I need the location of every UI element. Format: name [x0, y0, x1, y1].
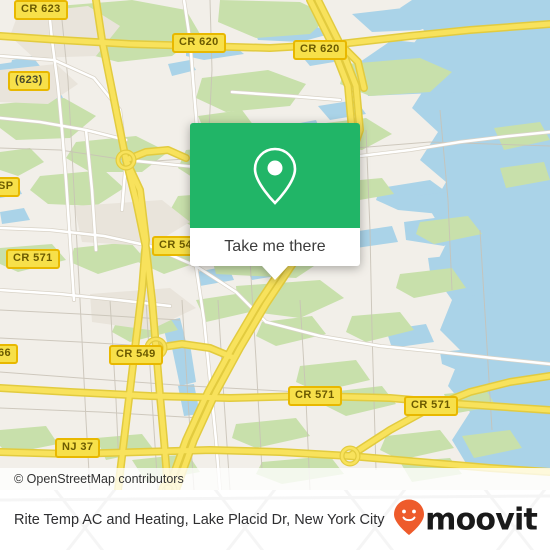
popup-tail	[262, 266, 288, 280]
moovit-wordmark: moovit	[425, 502, 538, 537]
road-shield: SP	[0, 177, 21, 197]
road-shield: 66	[0, 344, 19, 364]
road-shield: CR 571	[404, 396, 458, 416]
map-attribution-bar: © OpenStreetMap contributors	[0, 468, 550, 490]
openstreetmap-attribution[interactable]: © OpenStreetMap contributors	[0, 472, 184, 486]
moovit-smiley-pin-icon	[394, 499, 425, 541]
road-shield: CR 623	[14, 0, 68, 20]
road-shield: NJ 37	[55, 438, 101, 458]
road-shield: CR 620	[172, 33, 226, 53]
road-shield: CR 549	[109, 345, 163, 365]
take-me-there-button[interactable]: Take me there	[190, 228, 360, 266]
map-popup[interactable]: Take me there	[190, 123, 360, 280]
road-shield: (623)	[8, 71, 50, 91]
moovit-logo[interactable]: moovit	[394, 499, 538, 541]
place-title: Rite Temp AC and Heating, Lake Placid Dr…	[14, 511, 385, 528]
location-pin-icon	[251, 145, 299, 207]
road-shield: CR 571	[6, 249, 60, 269]
road-shield: CR 571	[288, 386, 342, 406]
map-canvas[interactable]: CR 623 CR 620 CR 620 (623) SP CR 571 CR 549 66 C…	[0, 0, 550, 490]
take-me-there-label: Take me there	[224, 238, 326, 255]
road-shield: CR 620	[293, 40, 347, 60]
footer-bar: Rite Temp AC and Heating, Lake Placid Dr…	[0, 490, 550, 550]
popup-pin-panel	[190, 123, 360, 228]
